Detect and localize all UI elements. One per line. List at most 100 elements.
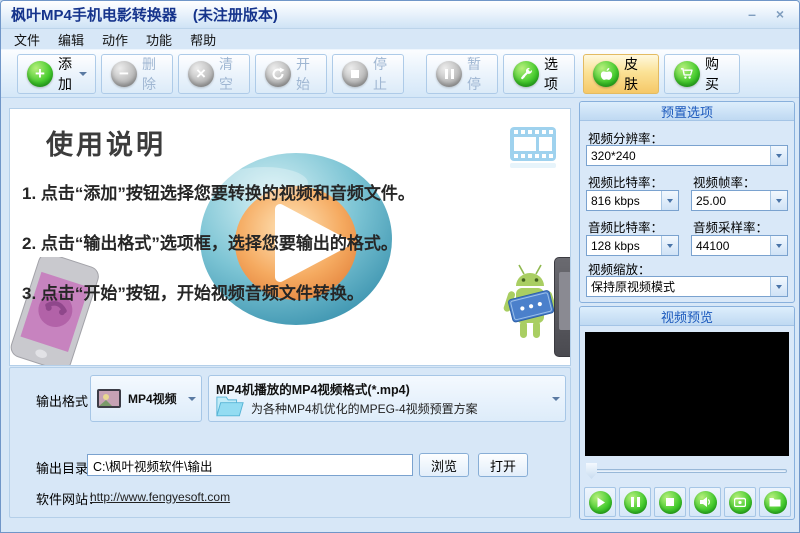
play-icon [588,490,612,514]
instruction-step-2: 2. 点击“输出格式”选项框，选择您要输出的格式。 [22,234,398,253]
menu-item-edit[interactable]: 编辑 [49,30,93,49]
dark-phone-graphic [554,257,570,357]
chevron-down-icon [661,236,678,255]
audio-bitrate-label: 音频比特率： [588,221,664,235]
clear-button[interactable]: × 清空 [178,53,250,94]
seek-slider[interactable] [586,463,787,479]
camera-icon [728,490,752,514]
menu-item-file[interactable]: 文件 [5,30,49,49]
stop-icon [342,60,368,87]
video-resolution-value: 320*240 [591,148,636,163]
start-icon [265,60,291,87]
preview-volume-button[interactable] [689,487,721,517]
audio-samplerate-select[interactable]: 44100 [691,235,788,256]
chevron-down-icon [770,277,787,296]
folder-icon [216,396,244,417]
instruction-step-3: 3. 点击“开始”按钮，开始视频音频文件转换。 [22,284,364,303]
pink-phone-graphic [10,257,99,365]
open-button[interactable]: 打开 [478,453,528,477]
chevron-down-icon [661,191,678,210]
video-preview-screen [585,332,789,456]
stop-button-label: 停止 [373,55,387,92]
open-button-label: 打开 [489,458,516,474]
pause-icon [436,60,462,87]
preview-snapshot-button[interactable] [724,487,756,517]
film-strip-icon [510,127,556,168]
format-preset-description: 为各种MP4机优化的MPEG-4视频预置方案 [251,402,478,416]
video-preview-header: 视频预览 [580,307,794,326]
chevron-down-icon [79,71,87,76]
menu-item-help[interactable]: 帮助 [181,30,225,49]
video-thumbnail-icon [97,388,121,408]
video-preview-group: 视频预览 [579,306,795,520]
preview-stop-button[interactable] [654,487,686,517]
folder-icon [763,490,787,514]
minimize-button[interactable]: – [743,6,761,22]
app-window: 枫叶MP4手机电影转换器 (未注册版本) – × 文件 编辑 动作 功能 帮助 … [0,0,800,533]
video-framerate-select[interactable]: 25.00 [691,190,788,211]
delete-button[interactable]: − 删除 [101,53,173,94]
options-button-label: 选项 [544,55,558,92]
output-format-preset-select[interactable]: MP4机播放的MP4视频格式(*.mp4) 为各种MP4机优化的MPEG-4视频… [208,375,566,422]
menu-bar: 文件 编辑 动作 功能 帮助 [1,29,799,49]
video-bitrate-select[interactable]: 816 kbps [586,190,679,211]
format-preset-name: MP4机播放的MP4视频格式(*.mp4) [216,383,410,397]
menu-item-action[interactable]: 动作 [93,30,137,49]
add-button[interactable]: + 添加 [17,53,96,94]
video-preview-title: 视频预览 [660,309,713,325]
remove-icon: − [111,60,137,87]
preview-pause-button[interactable] [619,487,651,517]
pause-button-label: 暂停 [467,55,481,92]
preview-play-button[interactable] [584,487,616,517]
toolbar: + 添加 − 删除 × 清空 开始 停止 暂停 选项 皮肤 购买 [1,49,799,98]
seek-slider-thumb[interactable] [586,463,597,479]
output-settings-panel: 输出格式： MP4视频 MP4机播放的MP4视频格式(*.mp4) 为各种MP4… [9,367,571,518]
buy-button-label: 购买 [705,55,719,92]
add-icon: + [27,60,53,87]
start-button-label: 开始 [296,55,310,92]
registration-status: (未注册版本) [192,7,278,24]
browse-button[interactable]: 浏览 [419,453,469,477]
pause-button[interactable]: 暂停 [426,53,498,94]
video-bitrate-value: 816 kbps [591,193,640,208]
browse-button-label: 浏览 [430,458,457,474]
window-title: 枫叶MP4手机电影转换器 [11,7,177,24]
output-format-type-select[interactable]: MP4视频 [90,375,202,422]
title-bar[interactable]: 枫叶MP4手机电影转换器 (未注册版本) – × [1,1,799,29]
video-scale-value: 保持原视频模式 [591,280,676,294]
audio-bitrate-select[interactable]: 128 kbps [586,235,679,256]
options-button[interactable]: 选项 [503,53,575,94]
output-dir-input[interactable]: C:\枫叶视频软件\输出 [87,454,413,476]
clear-icon: × [188,60,214,87]
chevron-down-icon [552,397,560,401]
cart-icon [674,60,700,87]
usage-instructions-panel: 使用说明 1. 点击“添加”按钮选择您要转换的视频和音频文件。 2. 点击“输出… [9,108,571,366]
preset-options-title: 预置选项 [660,104,713,120]
start-button[interactable]: 开始 [255,53,327,94]
chevron-down-icon [770,236,787,255]
video-framerate-value: 25.00 [696,193,727,208]
speaker-icon [693,490,717,514]
window-controls: – × [743,6,789,22]
options-icon [513,60,539,87]
website-link[interactable]: http://www.fengyesoft.com [90,490,230,504]
video-bitrate-label: 视频比特率： [588,176,664,190]
audio-bitrate-value: 128 kbps [591,238,640,253]
audio-samplerate-label: 音频采样率： [693,221,769,235]
instruction-step-1: 1. 点击“添加”按钮选择您要转换的视频和音频文件。 [22,184,415,203]
stop-button[interactable]: 停止 [332,53,404,94]
chevron-down-icon [770,146,787,165]
menu-item-function[interactable]: 功能 [137,30,181,49]
pause-icon [623,490,647,514]
close-button[interactable]: × [771,6,789,22]
seek-slider-track [586,469,787,473]
playback-controls [584,487,791,517]
video-scale-select[interactable]: 保持原视频模式 [586,276,788,297]
buy-button[interactable]: 购买 [664,53,740,94]
stop-icon [658,490,682,514]
preset-options-header: 预置选项 [580,102,794,121]
chevron-down-icon [770,191,787,210]
video-resolution-select[interactable]: 320*240 [586,145,788,166]
skin-button[interactable]: 皮肤 [583,53,659,94]
preview-openfolder-button[interactable] [759,487,791,517]
